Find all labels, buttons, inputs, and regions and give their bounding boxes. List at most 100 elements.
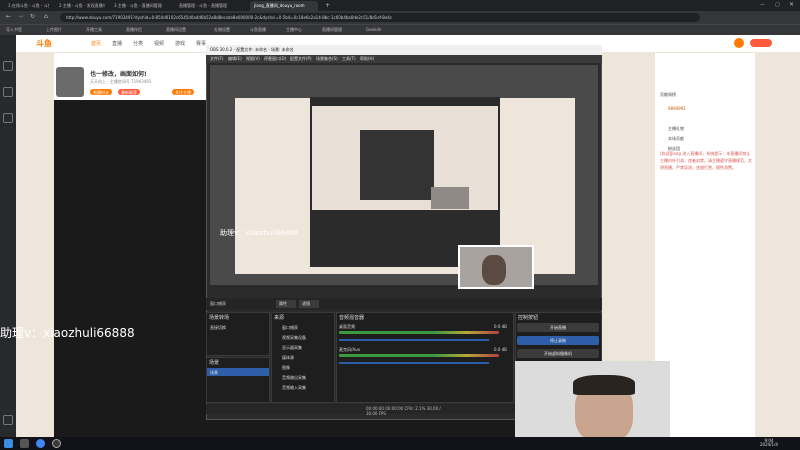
- nav-item[interactable]: 分类: [133, 40, 143, 47]
- mixer-track-db: 0.0 dB: [494, 324, 507, 329]
- follow-button[interactable]: 关注主播: [172, 89, 194, 95]
- start-icon[interactable]: [4, 439, 13, 448]
- obs-title: OBS 30.0.2 - 配置文件: 未命名 - 场景: 未命名: [206, 45, 602, 55]
- bookmark-item[interactable]: 直播伴侣: [126, 27, 142, 33]
- nav-item[interactable]: 直播: [112, 40, 122, 47]
- right-panel-item[interactable]: 主播礼物: [668, 126, 684, 132]
- left-side-nav: [0, 35, 16, 437]
- source-item[interactable]: 音频输入采集: [282, 385, 306, 391]
- source-item[interactable]: 窗口捕获: [282, 325, 298, 331]
- browser-tab[interactable]: 2.主播 - 斗鱼 - 发现直播与: [55, 1, 105, 11]
- bookmark-item[interactable]: 主播中心: [286, 27, 302, 33]
- nav-item[interactable]: 视频: [154, 40, 164, 47]
- volume-slider[interactable]: [339, 339, 489, 341]
- room-title: 也一修改，画面如何!: [90, 71, 147, 78]
- mixer-track-name: 麦克风/Aux: [339, 347, 360, 352]
- volume-slider[interactable]: [339, 362, 489, 364]
- panel-title: 音频混音器: [339, 315, 365, 321]
- new-tab-icon[interactable]: +: [325, 2, 330, 9]
- obs-menu-item[interactable]: 工具(T): [342, 56, 356, 62]
- obs-menu-item[interactable]: 编辑(E): [228, 56, 242, 62]
- preview-webcam-small: [431, 187, 469, 209]
- id-badge: 9890991: [668, 106, 686, 111]
- preview-webcam: [458, 245, 534, 289]
- anchor-avatar[interactable]: [56, 67, 84, 97]
- bookmark-item[interactable]: 斗鱼直播: [250, 27, 266, 33]
- preview-nested-obs: [360, 130, 434, 200]
- back-icon[interactable]: ←: [6, 13, 11, 20]
- panel-title: 场景转场: [209, 315, 230, 321]
- obs-menu-item[interactable]: 配置文件(P): [290, 56, 312, 62]
- source-item[interactable]: 音频输出采集: [282, 375, 306, 381]
- audio-mixer-panel: [336, 312, 514, 403]
- browser-tab-bar: 1.在线斗鱼 - 斗鱼 - 斗鱼 2.主播 - 斗鱼 - 发现直播与 3.主播 …: [0, 0, 800, 11]
- clock-date: 2024/1/4: [760, 442, 778, 447]
- source-item[interactable]: 视频采集设备: [282, 335, 306, 341]
- nav-item[interactable]: 游戏: [175, 40, 185, 47]
- source-item[interactable]: 图像: [282, 365, 290, 371]
- audio-meter: [339, 354, 499, 357]
- start-streaming-button[interactable]: 开始直播: [517, 323, 599, 332]
- right-panel-item[interactable]: 本场贡献: [668, 136, 684, 142]
- minimize-icon[interactable]: —: [760, 2, 765, 8]
- preview-watermark: 助理v：xiaozhuli66888: [220, 229, 299, 237]
- obs-menu-item[interactable]: 文件(F): [210, 56, 223, 62]
- maximize-icon[interactable]: ▢: [775, 2, 780, 8]
- panel-title: 场景: [209, 360, 220, 366]
- bookmark-item[interactable]: Geekdir: [366, 27, 382, 32]
- bookmark-item[interactable]: 导入书签: [6, 27, 22, 33]
- obs-menu-item[interactable]: 停靠窗口(D): [264, 56, 286, 62]
- obs-menu-item[interactable]: 帮助(H): [360, 56, 374, 62]
- nav-item[interactable]: 赛事: [196, 40, 206, 47]
- user-avatar[interactable]: [734, 38, 744, 48]
- source-item[interactable]: 媒体源: [282, 355, 294, 361]
- properties-button[interactable]: 属性: [276, 300, 296, 308]
- filters-button[interactable]: 滤镜: [299, 300, 319, 308]
- browser-tab-active[interactable]: jiang_直播间_douyu_room: [250, 1, 318, 11]
- obs-menu-item[interactable]: 场景集合(S): [316, 56, 338, 62]
- stop-recording-button[interactable]: 停止录制: [517, 336, 599, 345]
- mixer-track-name: 桌面音频: [339, 324, 355, 329]
- person-silhouette: [482, 255, 506, 285]
- audio-meter: [339, 331, 499, 334]
- browser-tab[interactable]: 1.在线斗鱼 - 斗鱼 - 斗鱼: [4, 1, 49, 11]
- open-stream-button[interactable]: [750, 39, 772, 47]
- chrome-icon[interactable]: [36, 439, 45, 448]
- source-item[interactable]: 显示器采集: [282, 345, 302, 351]
- bookmark-item[interactable]: 上传图片: [46, 27, 62, 33]
- history-icon[interactable]: [3, 113, 13, 123]
- follow-icon[interactable]: [3, 87, 13, 97]
- room-subtitle: 天天向上 · 主播房间号 71903491: [90, 79, 152, 84]
- close-icon[interactable]: ✕: [789, 1, 794, 8]
- obs-menu-item[interactable]: 视图(V): [246, 56, 260, 62]
- nav-item[interactable]: 首页: [91, 40, 101, 47]
- scene-item-label: 场景: [210, 370, 218, 375]
- panel-title: 控制按钮: [518, 315, 539, 321]
- virtual-camera-button[interactable]: 开始虚拟摄像机: [517, 349, 599, 358]
- home-icon[interactable]: [3, 61, 13, 71]
- tag-badge[interactable]: 直播时长: [90, 89, 112, 95]
- taskbar-clock[interactable]: 9:04 2024/1/4: [760, 439, 778, 447]
- url-input[interactable]: http://www.douyu.com/71903491?dyshid=0-8…: [60, 13, 700, 22]
- bookmark-item[interactable]: 直播间设置: [166, 27, 186, 33]
- mixer-track-db: 0.0 dB: [494, 347, 507, 352]
- bookmark-item[interactable]: 直播间管理: [322, 27, 342, 33]
- settings-icon[interactable]: [3, 415, 13, 425]
- home-icon[interactable]: ⌂: [44, 13, 48, 20]
- douyu-logo[interactable]: 斗鱼: [36, 38, 52, 49]
- bookmark-item[interactable]: 礼物设置: [214, 27, 230, 33]
- rank-label[interactable]: 贡献周榜: [660, 92, 676, 98]
- panel-title: 来源: [274, 315, 285, 321]
- forward-icon[interactable]: →: [18, 13, 23, 20]
- bookmark-item[interactable]: 开播工具: [86, 27, 102, 33]
- danmu-message: [欢迎]Jiang 进入直播间，系统提示：本直播间禁止主播内外引流，违者封禁。请…: [660, 151, 752, 170]
- transition-select[interactable]: 直接切换: [210, 325, 226, 331]
- search-icon[interactable]: [20, 439, 29, 448]
- scene-item-selected[interactable]: 场景: [207, 368, 269, 376]
- person-hair: [573, 375, 635, 395]
- reload-icon[interactable]: ↻: [30, 13, 35, 20]
- tag-badge[interactable]: 最新推荐: [118, 89, 140, 95]
- browser-tab[interactable]: 3.主播 - 斗鱼 - 直播间管理: [110, 1, 170, 11]
- obs-icon[interactable]: [52, 439, 61, 448]
- browser-tab[interactable]: 直播管理 - 斗鱼 - 直播管理: [175, 1, 245, 11]
